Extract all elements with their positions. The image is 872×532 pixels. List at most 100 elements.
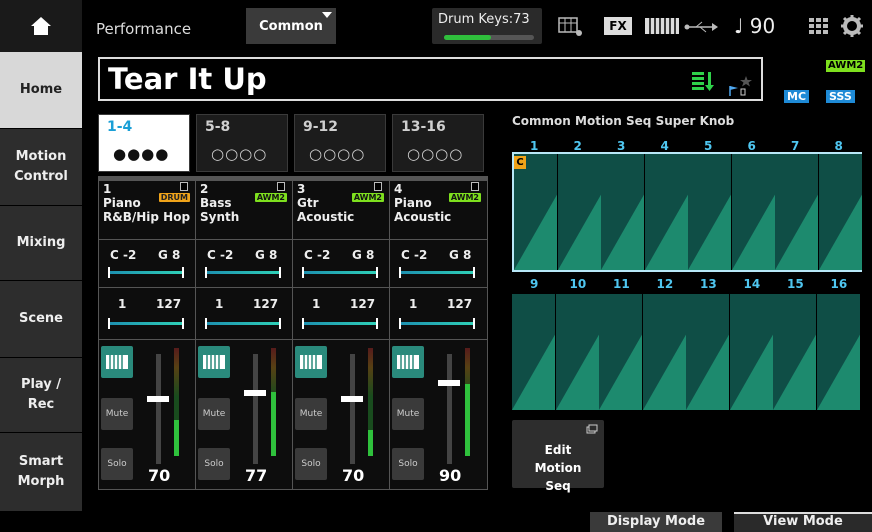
part-dots: ●●●● (113, 145, 170, 163)
part-1[interactable]: 1 Piano R&B/Hip Hop DRUM C -2 G 8 1 127 Mu… (98, 176, 194, 488)
part-subcategory: R&B/Hip Hop (103, 210, 191, 224)
lane-number: 4 (660, 139, 669, 153)
motion-seq-lane[interactable] (729, 294, 774, 410)
keyboard-control-button[interactable] (295, 346, 327, 378)
velocity-limit-low[interactable]: 1 (118, 297, 126, 311)
motion-seq-lane[interactable] (775, 154, 819, 270)
sidebar-item-play-rec[interactable]: Play / Rec (0, 358, 82, 433)
part-4[interactable]: 4 Piano Acoustic AWM2 C -2 G 8 1 127 Mute … (389, 176, 485, 488)
velocity-limit-high[interactable]: 127 (350, 297, 375, 311)
home-icon (31, 17, 51, 35)
motion-seq-lane[interactable] (599, 294, 643, 410)
tab-parts-1-4[interactable]: 1-4 ●●●● (98, 114, 190, 172)
volume-fader[interactable] (253, 354, 258, 464)
motion-seq-lane[interactable] (686, 294, 730, 410)
note-limit-high[interactable]: G 8 (352, 248, 374, 262)
note-limit-high[interactable]: G 8 (449, 248, 471, 262)
note-limit-low[interactable]: C -2 (110, 248, 136, 262)
grid-menu-icon[interactable] (808, 16, 830, 36)
note-limit-low[interactable]: C -2 (207, 248, 233, 262)
part-indicator-icon (374, 182, 382, 191)
part-category: Bass (200, 196, 232, 210)
ramp-shape (644, 194, 688, 270)
motion-seq-lane[interactable] (514, 154, 558, 270)
velocity-limit-high[interactable]: 127 (447, 297, 472, 311)
tab-parts-9-12[interactable]: 9-12 ○○○○ (294, 114, 386, 172)
ramp-shape (818, 194, 862, 270)
volume-fader-knob[interactable] (244, 390, 266, 396)
note-limit-low[interactable]: C -2 (304, 248, 330, 262)
motion-seq-lane[interactable] (731, 154, 776, 270)
motion-seq-lanes-top[interactable] (512, 152, 863, 272)
dropdown-arrow-icon (322, 12, 332, 18)
volume-fader[interactable] (350, 354, 355, 464)
tab-label: 5-8 (205, 119, 231, 135)
tab-parts-5-8[interactable]: 5-8 ○○○○ (196, 114, 288, 172)
favorite-flag-icon[interactable] (728, 74, 754, 98)
motion-seq-lane[interactable] (601, 154, 645, 270)
velocity-limit-low[interactable]: 1 (409, 297, 417, 311)
home-button[interactable] (0, 0, 82, 52)
sidebar-item-smart-morph[interactable]: Smart Morph (0, 433, 82, 512)
volume-fader[interactable] (156, 354, 161, 464)
volume-fader-knob[interactable] (147, 396, 169, 402)
motion-seq-title: Common Motion Seq Super Knob (512, 114, 735, 128)
motion-seq-lane[interactable] (642, 294, 687, 410)
velocity-limit-low[interactable]: 1 (215, 297, 223, 311)
note-limit-high[interactable]: G 8 (158, 248, 180, 262)
motion-seq-lane[interactable] (773, 294, 817, 410)
solo-button[interactable]: Solo (101, 448, 133, 480)
mute-button[interactable]: Mute (101, 398, 133, 430)
part-2[interactable]: 2 Bass Synth AWM2 C -2 G 8 1 127 Mute Solo… (195, 176, 291, 488)
fx-label: FX (609, 19, 627, 33)
tempo-display[interactable]: ♩ 90 (734, 14, 775, 38)
keyboard-control-button[interactable] (392, 346, 424, 378)
arpeggio-icon[interactable] (558, 16, 584, 38)
open-window-icon (586, 424, 598, 434)
sidebar-item-home[interactable]: Home (0, 52, 82, 129)
sidebar-item-label: Scene (19, 311, 63, 326)
category-list-icon[interactable] (692, 70, 716, 92)
motion-seq-lane[interactable] (688, 154, 732, 270)
common-tab[interactable]: Common (246, 8, 336, 44)
solo-button[interactable]: Solo (392, 448, 424, 480)
volume-fader-knob[interactable] (438, 380, 460, 386)
sidebar-item-scene[interactable]: Scene (0, 281, 82, 358)
mute-button[interactable]: Mute (392, 398, 424, 430)
ramp-shape (816, 334, 860, 410)
motion-seq-lane[interactable] (818, 154, 863, 270)
part-name: 3 Gtr Acoustic (297, 182, 354, 224)
mute-button[interactable]: Mute (295, 398, 327, 430)
motion-seq-lanes-bottom[interactable] (512, 294, 862, 410)
drum-keys-indicator[interactable]: Drum Keys:73 (432, 8, 542, 44)
level-meter-fill (465, 384, 470, 456)
settings-gear-icon[interactable] (840, 14, 864, 38)
motion-seq-lane[interactable] (557, 154, 602, 270)
sidebar-item-motion-control[interactable]: Motion Control (0, 129, 82, 206)
volume-fader[interactable] (447, 354, 452, 464)
tab-label: 9-12 (303, 119, 339, 135)
sidebar-item-mixing[interactable]: Mixing (0, 206, 82, 281)
motion-seq-lane[interactable] (555, 294, 600, 410)
note-limit-low[interactable]: C -2 (401, 248, 427, 262)
keyboard-control-button[interactable] (198, 346, 230, 378)
mc-badge: MC (784, 90, 810, 103)
velocity-limit-high[interactable]: 127 (156, 297, 181, 311)
motion-seq-lane[interactable] (816, 294, 861, 410)
part-3[interactable]: 3 Gtr Acoustic AWM2 C -2 G 8 1 127 Mute So… (292, 176, 388, 488)
mute-button[interactable]: Mute (198, 398, 230, 430)
tab-parts-13-16[interactable]: 13-16 ○○○○ (392, 114, 484, 172)
solo-button[interactable]: Solo (295, 448, 327, 480)
keyboard-icon (203, 355, 225, 369)
keyboard-control-button[interactable] (101, 346, 133, 378)
motion-seq-lane[interactable] (644, 154, 689, 270)
velocity-limit-high[interactable]: 127 (253, 297, 278, 311)
fx-button[interactable]: FX (604, 17, 632, 35)
keyboard-icon[interactable] (644, 16, 680, 36)
motion-seq-lane[interactable] (512, 294, 556, 410)
note-limit-high[interactable]: G 8 (255, 248, 277, 262)
velocity-limit-low[interactable]: 1 (312, 297, 320, 311)
parts-columns: 1 Piano R&B/Hip Hop DRUM C -2 G 8 1 127 Mu… (98, 176, 488, 490)
solo-button[interactable]: Solo (198, 448, 230, 480)
volume-fader-knob[interactable] (341, 396, 363, 402)
